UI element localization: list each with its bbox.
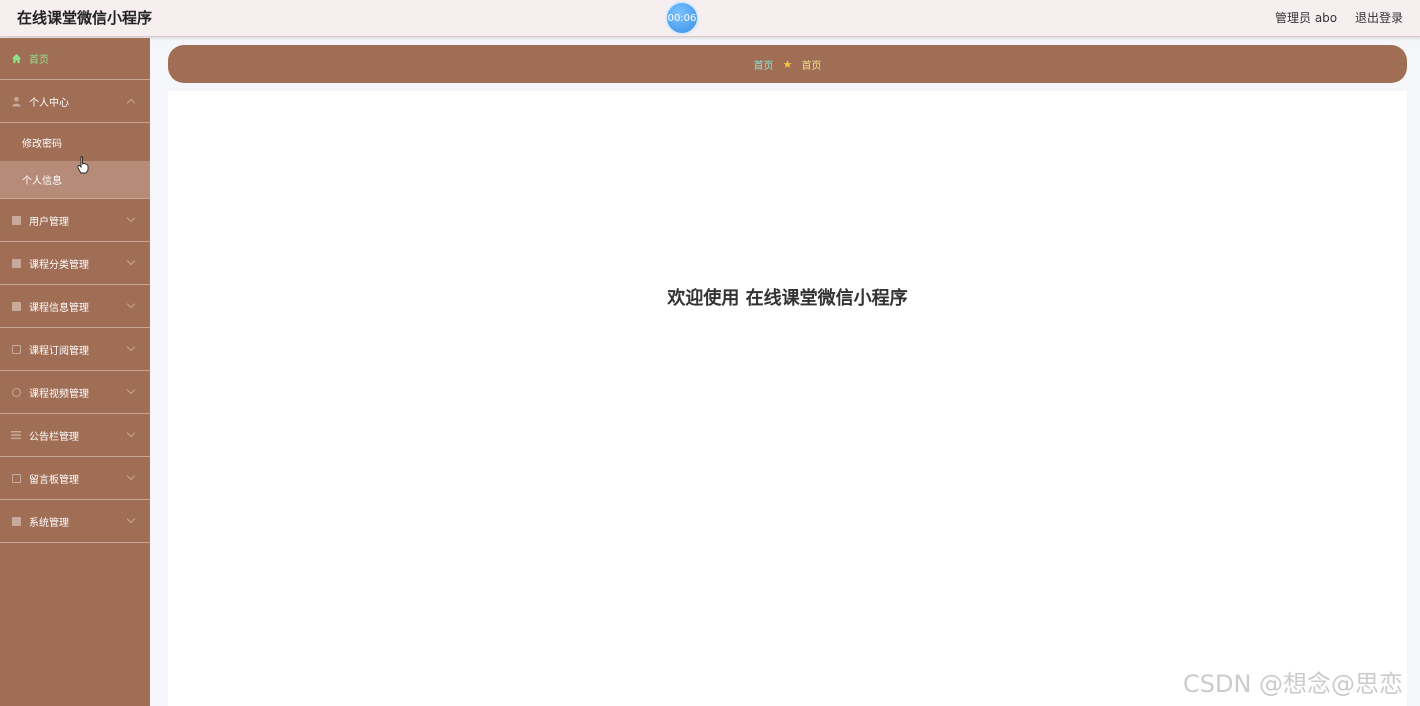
globe-icon [10,386,22,398]
folder-icon [10,300,22,312]
breadcrumb: 首页 ★ 首页 [168,45,1407,83]
top-header: 在线课堂微信小程序 00:06 管理员 abo 退出登录 [0,0,1420,37]
sidebar-item-label: 课程订阅管理 [29,345,89,357]
sidebar-item-course-video[interactable]: 课程视频管理 [0,371,150,414]
sidebar-item-label: 公告栏管理 [29,431,79,443]
app-title: 在线课堂微信小程序 [17,9,153,27]
chevron-down-icon [126,471,136,481]
clipboard-icon [10,257,22,269]
chevron-down-icon [126,213,136,223]
message-icon [10,472,22,484]
sidebar-subitem-change-password[interactable]: 修改密码 [0,123,150,161]
sidebar-item-label: 课程视频管理 [29,388,89,400]
chevron-down-icon [126,299,136,309]
home-icon [10,53,22,65]
chevron-down-icon [126,385,136,395]
mouse-cursor-icon [77,156,89,174]
main-panel: 欢迎使用 在线课堂微信小程序 [168,91,1407,706]
star-icon: ★ [782,57,793,71]
list-icon [10,429,22,441]
settings-icon [10,515,22,527]
sidebar-item-label: 首页 [29,55,49,66]
chevron-down-icon [126,256,136,266]
admin-user-label: 管理员 abo [1275,11,1338,25]
breadcrumb-current: 首页 [801,60,822,72]
sidebar-item-course-category[interactable]: 课程分类管理 [0,242,150,285]
sidebar-item-label: 用户管理 [29,216,69,228]
sidebar-item-label: 系统管理 [29,517,69,529]
sidebar-item-label: 留言板管理 [29,474,79,486]
chevron-up-icon [126,98,136,108]
logout-link[interactable]: 退出登录 [1355,9,1403,26]
watermark: CSDN @想念@思恋 [1183,670,1404,698]
sidebar-item-personal-center[interactable]: 个人中心 [0,80,150,123]
timer-badge: 00:06 [665,1,699,35]
sidebar-item-course-subscription[interactable]: 课程订阅管理 [0,328,150,371]
sidebar-item-label: 个人中心 [29,97,69,109]
chevron-down-icon [126,428,136,438]
sidebar-item-label: 课程分类管理 [29,259,89,271]
frame-icon [10,343,22,355]
user-list-icon [10,214,22,226]
sidebar-item-course-info[interactable]: 课程信息管理 [0,285,150,328]
sidebar-item-message-board[interactable]: 留言板管理 [0,457,150,500]
chevron-down-icon [126,514,136,524]
sidebar-item-notice-board[interactable]: 公告栏管理 [0,414,150,457]
sidebar-subitem-personal-info[interactable]: 个人信息 [0,161,150,199]
sidebar-item-home[interactable]: 首页 [0,38,150,80]
sidebar-item-system-management[interactable]: 系统管理 [0,500,150,543]
sidebar-item-user-management[interactable]: 用户管理 [0,199,150,242]
breadcrumb-home-link[interactable]: 首页 [754,57,774,72]
person-icon [10,95,22,107]
sidebar-menu: 首页 个人中心 修改密码 个人信息 用户管理 课程分类管理 课程信息管理 课程订… [0,38,150,706]
sidebar-item-label: 课程信息管理 [29,302,89,314]
welcome-message: 欢迎使用 在线课堂微信小程序 [667,288,908,309]
chevron-down-icon [126,342,136,352]
